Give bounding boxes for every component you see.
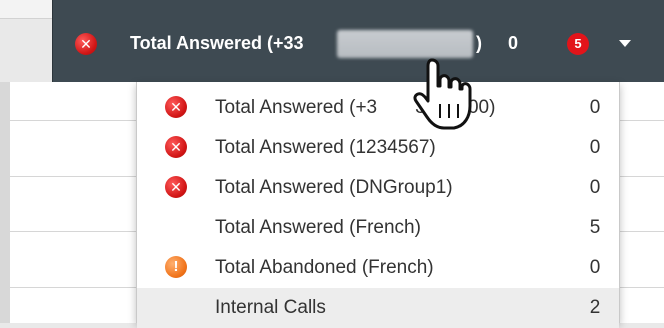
statistics-dropdown-menu: ✕ Total Answered (+33020000) 0 ✕ Total A… <box>136 82 620 328</box>
error-x-icon: ✕ <box>165 96 187 118</box>
hand-pointer-cursor-icon <box>413 58 472 130</box>
dropdown-item[interactable]: Total Answered (French) 5 <box>137 208 619 248</box>
dropdown-item-value: 0 <box>589 137 601 158</box>
error-x-icon: ✕ <box>165 136 187 158</box>
dropdown-item-value: 0 <box>589 177 601 198</box>
dropdown-item-value: 0 <box>589 97 601 118</box>
dropdown-item-value: 0 <box>589 257 601 278</box>
dropdown-item[interactable]: Internal Calls 2 <box>137 288 619 328</box>
header-statistic-value: 0 <box>508 33 519 53</box>
dropdown-item-label: Total Abandoned (French) <box>215 257 434 278</box>
dropdown-item-value: 2 <box>589 297 601 318</box>
alert-count-badge[interactable]: 5 <box>567 33 589 55</box>
statistics-header-bar[interactable]: ✕ Total Answered (+33 ) 0 5 <box>52 0 664 82</box>
header-statistic-label: Total Answered (+33 <box>130 33 304 53</box>
dropdown-item-label: Total Answered (DNGroup1) <box>215 177 453 198</box>
dropdown-item[interactable]: ! Total Abandoned (French) 0 <box>137 248 619 288</box>
error-x-icon: ✕ <box>165 176 187 198</box>
dropdown-item-value: 5 <box>589 217 601 238</box>
dropdown-item[interactable]: ✕ Total Answered (1234567) 0 <box>137 128 619 168</box>
error-x-icon: ✕ <box>75 33 97 55</box>
page-divider <box>0 18 60 19</box>
dropdown-item-label: Total Answered (1234567) <box>215 137 436 158</box>
page-left-gutter <box>0 82 10 323</box>
dropdown-item[interactable]: ✕ Total Answered (DNGroup1) 0 <box>137 168 619 208</box>
dropdown-item[interactable]: ✕ Total Answered (+33020000) 0 <box>137 88 619 128</box>
dropdown-item-label: Total Answered (French) <box>215 217 421 238</box>
redacted-number-blur <box>337 30 473 58</box>
caret-down-icon[interactable] <box>619 40 631 47</box>
warning-exclamation-icon: ! <box>165 256 187 278</box>
header-label-close-paren: ) <box>476 33 482 53</box>
dropdown-item-label: Internal Calls <box>215 297 326 318</box>
